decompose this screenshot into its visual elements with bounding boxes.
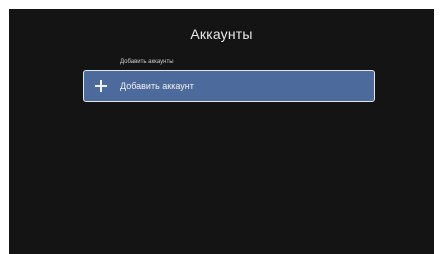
plus-icon	[95, 80, 107, 92]
accounts-screen: Аккаунты Добавить аккаунты Добавить акка…	[9, 9, 434, 254]
add-account-label: Добавить аккаунт	[120, 81, 194, 91]
add-account-button[interactable]: Добавить аккаунт	[83, 70, 375, 102]
page-title: Аккаунты	[190, 26, 253, 42]
section-label-add-accounts: Добавить аккаунты	[120, 59, 174, 65]
